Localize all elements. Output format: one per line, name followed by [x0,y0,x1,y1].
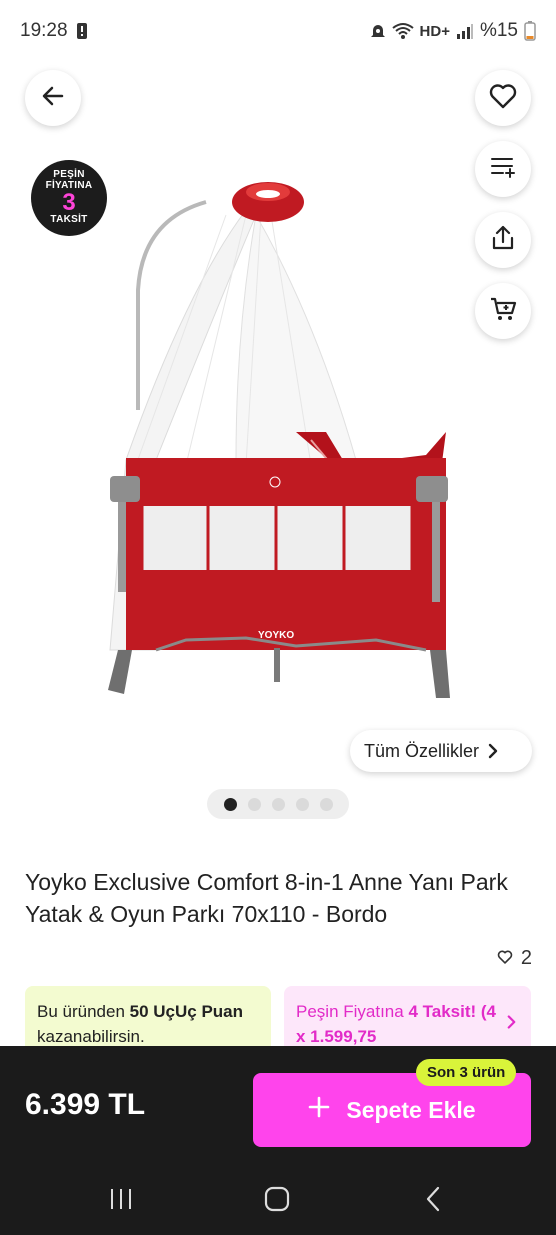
playlist-add-icon [490,156,516,183]
heart-icon [489,83,517,114]
favorite-button[interactable] [475,70,531,126]
product-title: Yoyko Exclusive Comfort 8-in-1 Anne Yanı… [25,869,508,927]
price: 6.399 TL [25,1088,146,1121]
bottom-bar: 6.399 TL Sepete Ekle Son 3 ürün [0,1046,556,1164]
notification-icon [76,22,88,40]
status-time: 19:28 [20,20,68,41]
add-to-list-button[interactable] [475,141,531,197]
pagination-dot[interactable] [295,797,309,811]
signal-icon [456,23,474,39]
heart-icon [497,947,513,970]
system-back-button[interactable] [413,1184,453,1218]
share-icon [491,225,515,256]
like-count-value: 2 [520,947,532,969]
back-button[interactable] [25,70,81,126]
all-features-button[interactable]: Tüm Özellikler [350,730,532,772]
pagination-dot[interactable] [271,797,285,811]
recent-apps-icon [109,1188,133,1215]
cart-button[interactable] [475,283,531,339]
plus-icon [308,1096,330,1124]
points-prefix: Bu üründen [37,1002,130,1021]
home-button[interactable] [257,1184,297,1218]
image-pagination [207,789,349,819]
pagination-dot[interactable] [223,797,237,811]
recent-apps-button[interactable] [101,1184,141,1218]
all-features-label: Tüm Özellikler [364,740,480,761]
product-image[interactable]: YOYKO [96,170,466,710]
system-back-icon [425,1186,441,1217]
wifi-icon [391,22,414,40]
chevron-right-icon [506,1012,517,1037]
badge-line4: TAKSİT [50,214,88,226]
arrow-left-icon [42,86,64,111]
share-button[interactable] [475,212,531,268]
add-to-cart-label: Sepete Ekle [346,1096,476,1123]
installment-prefix: Peşin Fiyatına [296,1002,409,1021]
badge-line3: 3 [62,189,76,217]
network-label: HD+ [419,22,450,40]
points-suffix: kazanabilirsin. [37,1027,145,1046]
chevron-right-icon [487,743,499,759]
cart-plus-icon [489,296,517,327]
installment-highlight: 4 Taksit! [408,1002,477,1021]
battery-text: %15 [479,20,518,41]
points-value: 50 UçUç Puan [129,1002,244,1021]
pagination-dot[interactable] [247,797,261,811]
status-bar: 19:28 HD+ %15 [0,0,556,62]
stock-tag: Son 3 ürün [416,1059,517,1086]
like-count[interactable]: 2 [497,947,532,970]
system-nav-bar [0,1164,556,1235]
home-icon [264,1186,290,1217]
battery-icon [524,21,536,41]
pagination-dot[interactable] [319,797,333,811]
alarm-icon [370,22,386,40]
